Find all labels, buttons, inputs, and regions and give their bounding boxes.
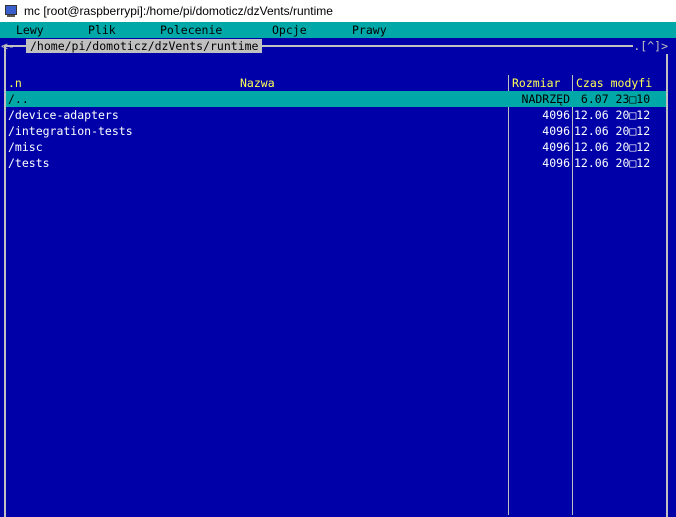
file-size: 4096 — [542, 156, 570, 170]
file-size: NADRZĘD — [521, 92, 570, 106]
menu-item-lewy[interactable]: Lewy — [16, 22, 44, 38]
menu-item-polecenie[interactable]: Polecenie — [160, 22, 222, 38]
file-row-parent[interactable]: /.. NADRZĘD 6.07 23□10 — [6, 91, 666, 107]
window-title: mc [root@raspberrypi]:/home/pi/domoticz/… — [24, 4, 333, 18]
menu-item-prawy[interactable]: Prawy — [352, 22, 387, 38]
file-name: /integration-tests — [8, 124, 133, 138]
panel-path: /home/pi/domoticz/dzVents/runtime — [26, 39, 263, 53]
file-row[interactable]: /device-adapters 4096 12.06 20□12 — [6, 107, 666, 123]
sort-indicator[interactable]: .n — [8, 75, 22, 91]
putty-terminal-icon — [4, 4, 18, 18]
file-name: /device-adapters — [8, 108, 119, 122]
window-title-bar: mc [root@raspberrypi]:/home/pi/domoticz/… — [0, 0, 676, 23]
file-time: 12.06 20□12 — [574, 108, 651, 122]
file-name: /.. — [8, 92, 29, 106]
menu-item-opcje[interactable]: Opcje — [272, 22, 307, 38]
column-header-size[interactable]: Rozmiar — [512, 75, 560, 91]
column-header-name[interactable]: Nazwa — [240, 75, 275, 91]
column-header-time[interactable]: Czas modyfi — [576, 75, 652, 91]
file-time: 12.06 20□12 — [574, 124, 651, 138]
terminal-screen[interactable]: Lewy Plik Polecenie Opcje Prawy <- /home… — [0, 22, 676, 517]
file-size: 4096 — [542, 140, 570, 154]
file-row[interactable]: /misc 4096 12.06 20□12 — [6, 139, 666, 155]
menu-item-plik[interactable]: Plik — [88, 22, 116, 38]
file-time: 12.06 20□12 — [574, 140, 651, 154]
file-name: /tests — [8, 156, 50, 170]
menu-bar: Lewy Plik Polecenie Opcje Prawy — [0, 22, 676, 38]
file-time: 6.07 23□10 — [574, 92, 651, 106]
panel-frame-left[interactable]: <- — [1, 38, 15, 54]
file-row[interactable]: /tests 4096 12.06 20□12 — [6, 155, 666, 171]
file-size: 4096 — [542, 108, 570, 122]
file-time: 12.06 20□12 — [574, 156, 651, 170]
panel-header: .n Nazwa Rozmiar Czas modyfi — [6, 75, 666, 91]
file-row[interactable]: /integration-tests 4096 12.06 20□12 — [6, 123, 666, 139]
panel-border-right — [666, 46, 668, 517]
file-name: /misc — [8, 140, 43, 154]
panel-frame-controls[interactable]: .[^]> — [633, 38, 668, 54]
file-size: 4096 — [542, 124, 570, 138]
